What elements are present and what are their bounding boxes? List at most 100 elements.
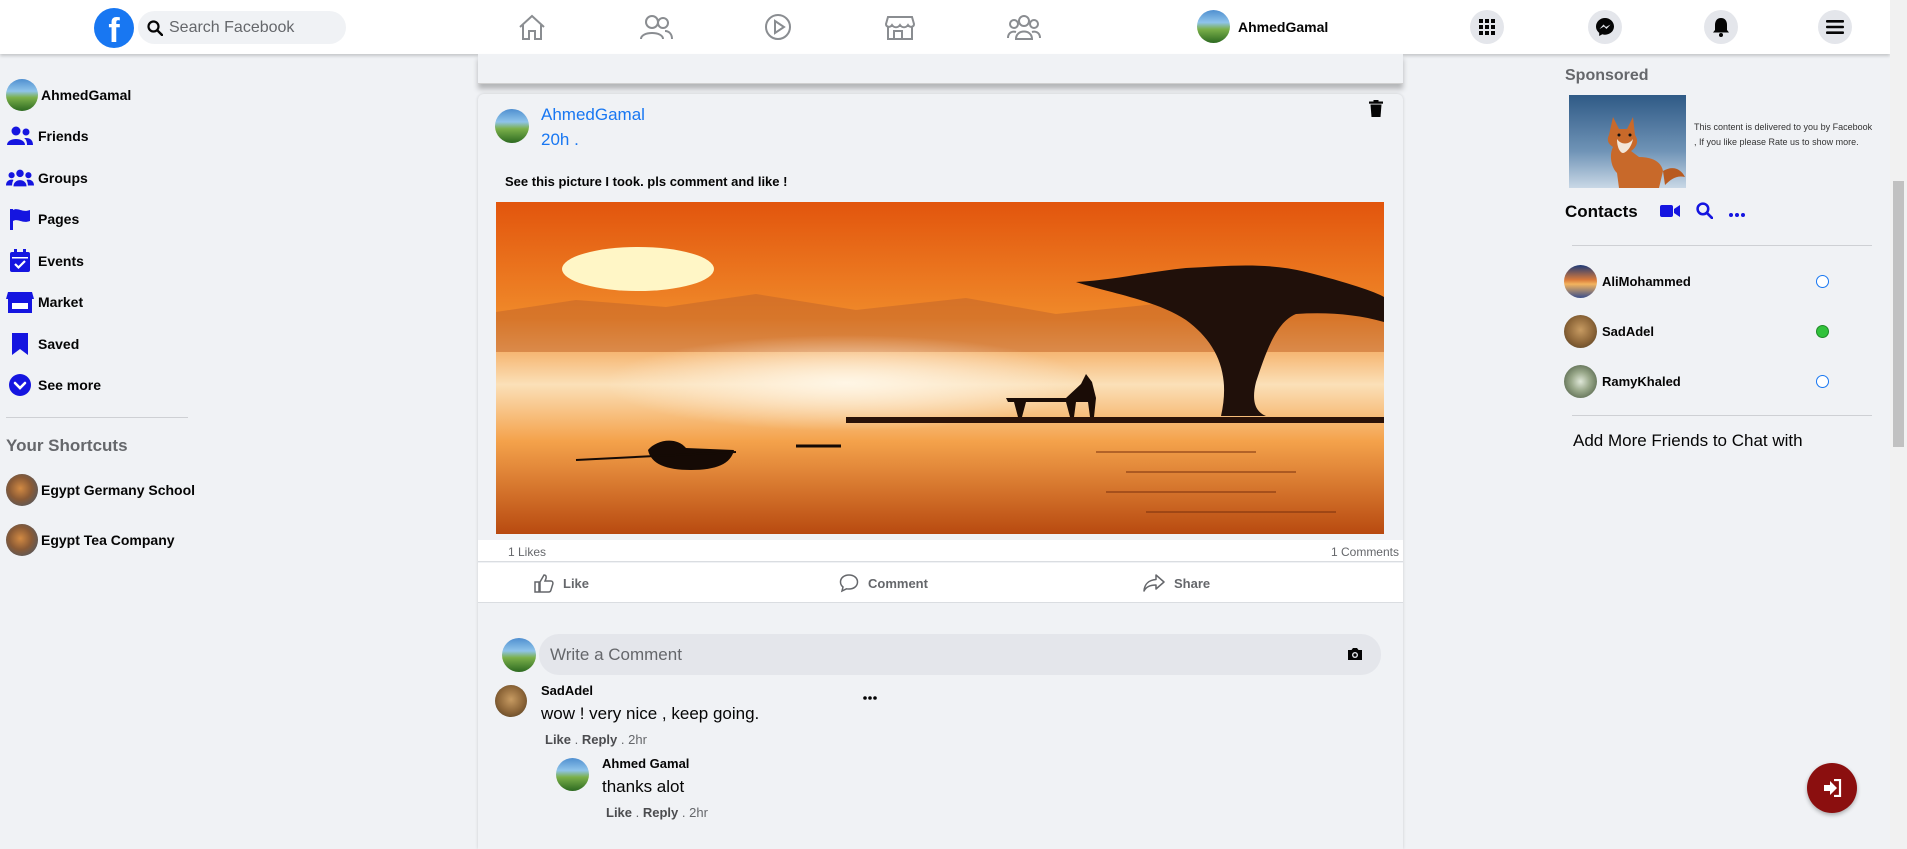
sidebar-item-label: Events bbox=[38, 252, 84, 269]
shortcuts-title: Your Shortcuts bbox=[6, 436, 128, 455]
comment-text: wow ! very nice , keep going. bbox=[541, 704, 760, 723]
left-sidebar: AhmedGamal Friends Groups Pages Events M… bbox=[6, 74, 196, 406]
avatar bbox=[1564, 315, 1597, 348]
sidebar-item-friends[interactable]: Friends bbox=[6, 116, 196, 158]
thumbs-up-icon bbox=[534, 574, 554, 593]
avatar bbox=[6, 524, 38, 556]
avatar[interactable] bbox=[556, 758, 589, 791]
sidebar-item-label: Groups bbox=[38, 169, 88, 186]
contact-item[interactable]: SadAdel bbox=[1564, 315, 1654, 348]
menu-grid-icon[interactable] bbox=[1470, 10, 1504, 44]
logout-button[interactable] bbox=[1807, 763, 1857, 813]
comment-label: Comment bbox=[868, 575, 928, 591]
avatar bbox=[502, 637, 536, 672]
post-author[interactable]: AhmedGamal bbox=[541, 105, 645, 125]
post-image[interactable] bbox=[496, 202, 1384, 534]
calendar-icon bbox=[6, 247, 34, 275]
comment-icon bbox=[839, 574, 859, 593]
post-text: See this picture I took. pls comment and… bbox=[505, 174, 788, 189]
offline-status-icon bbox=[1816, 375, 1829, 388]
avatar bbox=[1197, 10, 1230, 43]
more-options-icon[interactable] bbox=[863, 687, 877, 705]
notifications-icon[interactable] bbox=[1704, 10, 1738, 44]
share-icon bbox=[1143, 574, 1165, 592]
sidebar-item-label: Pages bbox=[38, 211, 80, 228]
contact-name: AliMohammed bbox=[1602, 274, 1691, 289]
facebook-logo[interactable]: f bbox=[94, 8, 134, 48]
comment-reply-link[interactable]: Reply bbox=[582, 732, 617, 747]
contact-item[interactable]: AliMohammed bbox=[1564, 265, 1691, 298]
watch-icon[interactable] bbox=[761, 12, 795, 42]
friends-icon bbox=[6, 122, 34, 150]
sidebar-item-groups[interactable]: Groups bbox=[6, 157, 196, 199]
marketplace-icon[interactable] bbox=[883, 12, 917, 42]
search-input[interactable] bbox=[169, 18, 339, 37]
avatar bbox=[6, 78, 38, 111]
comment-text: thanks alot bbox=[602, 777, 685, 796]
like-label: Like bbox=[563, 575, 590, 591]
avatar bbox=[6, 474, 38, 506]
shortcut-item[interactable]: Egypt Tea Company bbox=[6, 524, 175, 556]
profile-chip[interactable]: AhmedGamal bbox=[1197, 10, 1328, 43]
comment-author[interactable]: Ahmed Gamal bbox=[602, 756, 708, 771]
write-comment bbox=[502, 634, 1381, 675]
chevron-down-icon bbox=[6, 371, 34, 399]
avatar[interactable] bbox=[495, 685, 527, 717]
avatar bbox=[1564, 265, 1597, 298]
contacts-title: Contacts bbox=[1565, 202, 1638, 221]
more-options-icon[interactable] bbox=[1729, 204, 1745, 222]
comment-button[interactable]: Comment bbox=[839, 573, 928, 593]
video-call-icon[interactable] bbox=[1660, 204, 1680, 223]
scrollbar-thumb[interactable] bbox=[1893, 181, 1904, 447]
sidebar-item-saved[interactable]: Saved bbox=[6, 323, 196, 365]
contact-name: SadAdel bbox=[1602, 324, 1655, 339]
camera-icon[interactable] bbox=[1347, 647, 1363, 666]
like-button[interactable]: Like bbox=[534, 573, 589, 593]
ad-image[interactable] bbox=[1569, 95, 1686, 188]
sidebar-item-profile[interactable]: AhmedGamal bbox=[6, 74, 196, 116]
comments-count[interactable]: 1 Comments bbox=[1331, 545, 1399, 559]
groups-icon[interactable] bbox=[1007, 12, 1041, 42]
divider bbox=[6, 417, 188, 418]
offline-status-icon bbox=[1816, 275, 1829, 288]
likes-count[interactable]: 1 Likes bbox=[508, 545, 546, 559]
shortcut-label: Egypt Germany School bbox=[41, 482, 196, 498]
sidebar-item-events[interactable]: Events bbox=[6, 240, 196, 282]
sidebar-item-market[interactable]: Market bbox=[6, 282, 196, 324]
sidebar-item-label: See more bbox=[38, 377, 102, 394]
share-button[interactable]: Share bbox=[1143, 573, 1210, 593]
search-bar[interactable] bbox=[138, 11, 346, 44]
sidebar-item-label: Market bbox=[38, 294, 84, 311]
shortcut-item[interactable]: Egypt Germany School bbox=[6, 474, 195, 506]
sidebar-item-pages[interactable]: Pages bbox=[6, 199, 196, 241]
flag-icon bbox=[6, 205, 34, 233]
post-time: 20h . bbox=[541, 130, 579, 149]
contact-item[interactable]: RamyKhaled bbox=[1564, 365, 1681, 398]
store-icon bbox=[6, 288, 34, 316]
comment: SadAdel wow ! very nice , keep going. Li… bbox=[495, 683, 877, 747]
profile-name: AhmedGamal bbox=[1238, 18, 1329, 35]
home-icon[interactable] bbox=[515, 12, 549, 42]
trash-icon[interactable] bbox=[1369, 100, 1383, 122]
comment-time: 2hr bbox=[628, 732, 647, 747]
add-more-friends[interactable]: Add More Friends to Chat with bbox=[1573, 431, 1803, 451]
hamburger-menu-icon[interactable] bbox=[1818, 10, 1852, 44]
avatar bbox=[1564, 365, 1597, 398]
post-stats: 1 Likes 1 Comments bbox=[478, 540, 1403, 562]
sidebar-item-see-more[interactable]: See more bbox=[6, 365, 196, 407]
comment-author[interactable]: SadAdel bbox=[541, 683, 759, 698]
comment-like-link[interactable]: Like bbox=[606, 805, 632, 820]
comment-box[interactable] bbox=[539, 634, 1381, 675]
comment-time: 2hr bbox=[689, 805, 708, 820]
previous-post-card bbox=[478, 54, 1403, 84]
search-icon[interactable] bbox=[1696, 202, 1714, 224]
friends-icon[interactable] bbox=[639, 12, 673, 42]
comment-reply-link[interactable]: Reply bbox=[643, 805, 678, 820]
top-navbar: f AhmedGamal bbox=[0, 0, 1890, 54]
messenger-icon[interactable] bbox=[1588, 10, 1622, 44]
shortcut-label: Egypt Tea Company bbox=[41, 532, 175, 548]
author-avatar[interactable] bbox=[495, 109, 529, 143]
comment-input[interactable] bbox=[550, 644, 1310, 665]
comment-like-link[interactable]: Like bbox=[545, 732, 571, 747]
contact-name: RamyKhaled bbox=[1602, 374, 1681, 389]
